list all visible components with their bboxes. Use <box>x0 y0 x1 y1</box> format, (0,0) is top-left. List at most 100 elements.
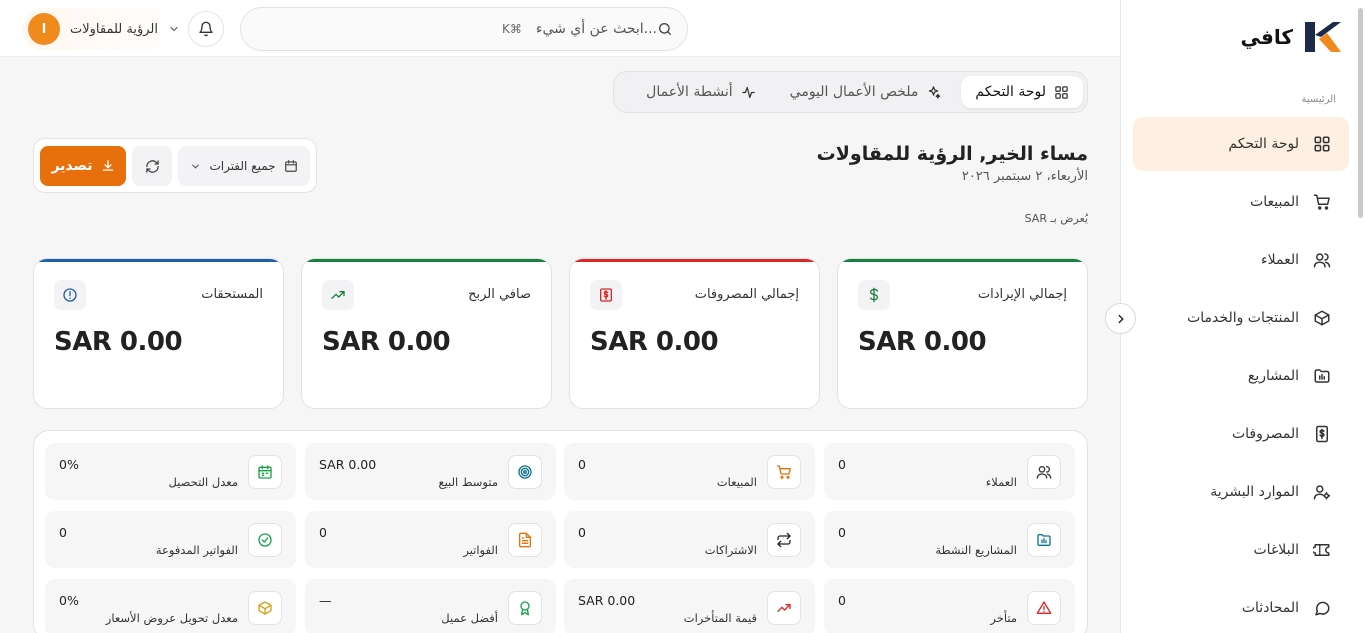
ticket-icon <box>1313 541 1331 559</box>
box-icon <box>248 591 282 625</box>
bell-icon <box>198 21 214 37</box>
sidebar: كافي الرئيسية لوحة التحكم المبيعات العملاء… <box>1120 0 1365 633</box>
refresh-button[interactable] <box>132 146 172 186</box>
search-bar[interactable]: ⌘K ...ابحث عن أي شيء <box>240 7 688 51</box>
kpi-value: SAR 0.00 <box>54 327 183 357</box>
section-label: الرئيسية <box>1301 94 1336 105</box>
file-text-icon <box>508 523 542 557</box>
activity-icon <box>741 85 756 100</box>
chevron-down-icon <box>168 23 180 35</box>
sidebar-item-label: لوحة التحكم <box>1228 136 1299 152</box>
kpi-card: إجمالي الإيرادات SAR 0.00 <box>837 258 1088 409</box>
kpi-title: المستحقات <box>201 287 263 302</box>
search-shortcut: ⌘K <box>502 22 522 36</box>
sidebar-nav: لوحة التحكم المبيعات العملاء المنتجات والخد… <box>1133 117 1349 633</box>
metric-label: معدل التحصيل <box>168 475 239 489</box>
metric-value: 0% <box>59 593 79 608</box>
sparkles-icon <box>926 85 941 100</box>
avatar: ا <box>28 13 60 45</box>
metric-card: العملاء 0 <box>824 443 1075 500</box>
metric-card: متأخر 0 <box>824 579 1075 633</box>
metric-label: المبيعات <box>716 475 757 489</box>
sidebar-item-7[interactable]: البلاغات <box>1133 523 1349 577</box>
metric-label: العملاء <box>985 475 1017 489</box>
sidebar-item-2[interactable]: العملاء <box>1133 233 1349 287</box>
period-select[interactable]: جميع الفترات <box>178 146 310 186</box>
top-bar: ا الرؤية للمقاولات ⌘K ...ابحث عن أي شيء <box>0 0 1120 57</box>
tab-0[interactable]: لوحة التحكم <box>961 76 1083 108</box>
dashboard-icon <box>1054 85 1069 100</box>
user-name: الرؤية للمقاولات <box>70 21 158 37</box>
tab-label: ملخص الأعمال اليومي <box>789 84 919 100</box>
award-icon <box>508 591 542 625</box>
sidebar-item-1[interactable]: المبيعات <box>1133 175 1349 229</box>
export-button[interactable]: تصدير <box>40 146 126 186</box>
cart-icon <box>1313 193 1331 211</box>
metric-value: 0 <box>319 525 327 540</box>
metric-value: — <box>319 593 332 608</box>
scrollbar-thumb[interactable] <box>1358 8 1363 218</box>
metric-value: 0 <box>838 525 846 540</box>
tab-1[interactable]: ملخص الأعمال اليومي <box>776 76 956 108</box>
collapse-sidebar-button[interactable] <box>1105 303 1136 334</box>
tab-bar: لوحة التحكم ملخص الأعمال اليومي أنشطة الأع… <box>613 71 1088 113</box>
metric-value: 0 <box>578 525 586 540</box>
refresh-icon <box>145 159 160 174</box>
page-title: مساء الخير, الرؤية للمقاولات <box>816 143 1088 165</box>
controls-panel: جميع الفترات تصدير <box>33 138 317 193</box>
metric-value: 0 <box>838 457 846 472</box>
kpi-accent-bar <box>302 259 551 262</box>
users-icon <box>1313 251 1331 269</box>
metric-value: 0 <box>838 593 846 608</box>
kpi-card: صافي الربح SAR 0.00 <box>301 258 552 409</box>
metric-card: متوسط البيع SAR 0.00 <box>305 443 556 500</box>
kpi-card: المستحقات SAR 0.00 <box>33 258 284 409</box>
download-icon <box>101 159 115 173</box>
metric-card: معدل التحصيل 0% <box>45 443 296 500</box>
kpi-accent-bar <box>570 259 819 262</box>
sidebar-item-label: المنتجات والخدمات <box>1187 310 1299 326</box>
sidebar-item-label: المشاريع <box>1247 368 1299 384</box>
metric-card: الفواتير المدفوعة 0 <box>45 511 296 568</box>
kpi-title: صافي الربح <box>468 287 531 302</box>
sidebar-item-6[interactable]: الموارد البشرية <box>1133 465 1349 519</box>
folder-chart-icon <box>1313 367 1331 385</box>
dashboard-icon <box>1313 135 1331 153</box>
kpi-title: إجمالي المصروفات <box>694 287 799 302</box>
user-settings-icon <box>1313 483 1331 501</box>
tab-label: أنشطة الأعمال <box>646 84 733 100</box>
receipt-dollar-icon <box>590 280 622 310</box>
sidebar-item-0[interactable]: لوحة التحكم <box>1133 117 1349 171</box>
brand[interactable]: كافي <box>1241 20 1341 54</box>
metric-card: المشاريع النشطة 0 <box>824 511 1075 568</box>
notifications-button[interactable] <box>188 11 224 47</box>
metric-card: قيمة المتأخرات SAR 0.00 <box>564 579 815 633</box>
folder-chart-icon <box>1027 523 1061 557</box>
sidebar-item-label: المبيعات <box>1250 194 1299 210</box>
scrollbar[interactable] <box>1357 0 1365 633</box>
dollar-receipt-icon <box>1313 425 1331 443</box>
sidebar-item-8[interactable]: المحادثات <box>1133 581 1349 633</box>
tab-2[interactable]: أنشطة الأعمال <box>632 76 769 108</box>
metric-value: 0% <box>59 457 79 472</box>
greeting: مساء الخير, الرؤية للمقاولات الأربعاء، ٢… <box>817 143 1088 184</box>
chat-icon <box>1313 599 1331 617</box>
check-circle-icon <box>248 523 282 557</box>
sidebar-item-4[interactable]: المشاريع <box>1133 349 1349 403</box>
sidebar-item-5[interactable]: المصروفات <box>1133 407 1349 461</box>
search-input[interactable]: ...ابحث عن أي شيء <box>536 21 657 37</box>
repeat-icon <box>767 523 801 557</box>
metric-label: متأخر <box>990 611 1017 625</box>
metric-label: الفواتير <box>463 543 498 557</box>
cart-icon <box>767 455 801 489</box>
kpi-value: SAR 0.00 <box>322 327 451 357</box>
sidebar-item-3[interactable]: المنتجات والخدمات <box>1133 291 1349 345</box>
metric-label: معدل تحويل عروض الأسعار <box>105 611 238 625</box>
user-menu[interactable]: ا الرؤية للمقاولات <box>22 8 186 50</box>
period-label: جميع الفترات <box>209 159 276 173</box>
kpi-title: إجمالي الإيرادات <box>977 287 1067 302</box>
metric-label: المشاريع النشطة <box>935 543 1017 557</box>
kpi-card: إجمالي المصروفات SAR 0.00 <box>569 258 820 409</box>
metric-label: الاشتراكات <box>704 543 757 557</box>
metrics-panel: العملاء 0 المبيعات 0 متوسط البيع SAR 0.00 معدل… <box>33 430 1088 633</box>
